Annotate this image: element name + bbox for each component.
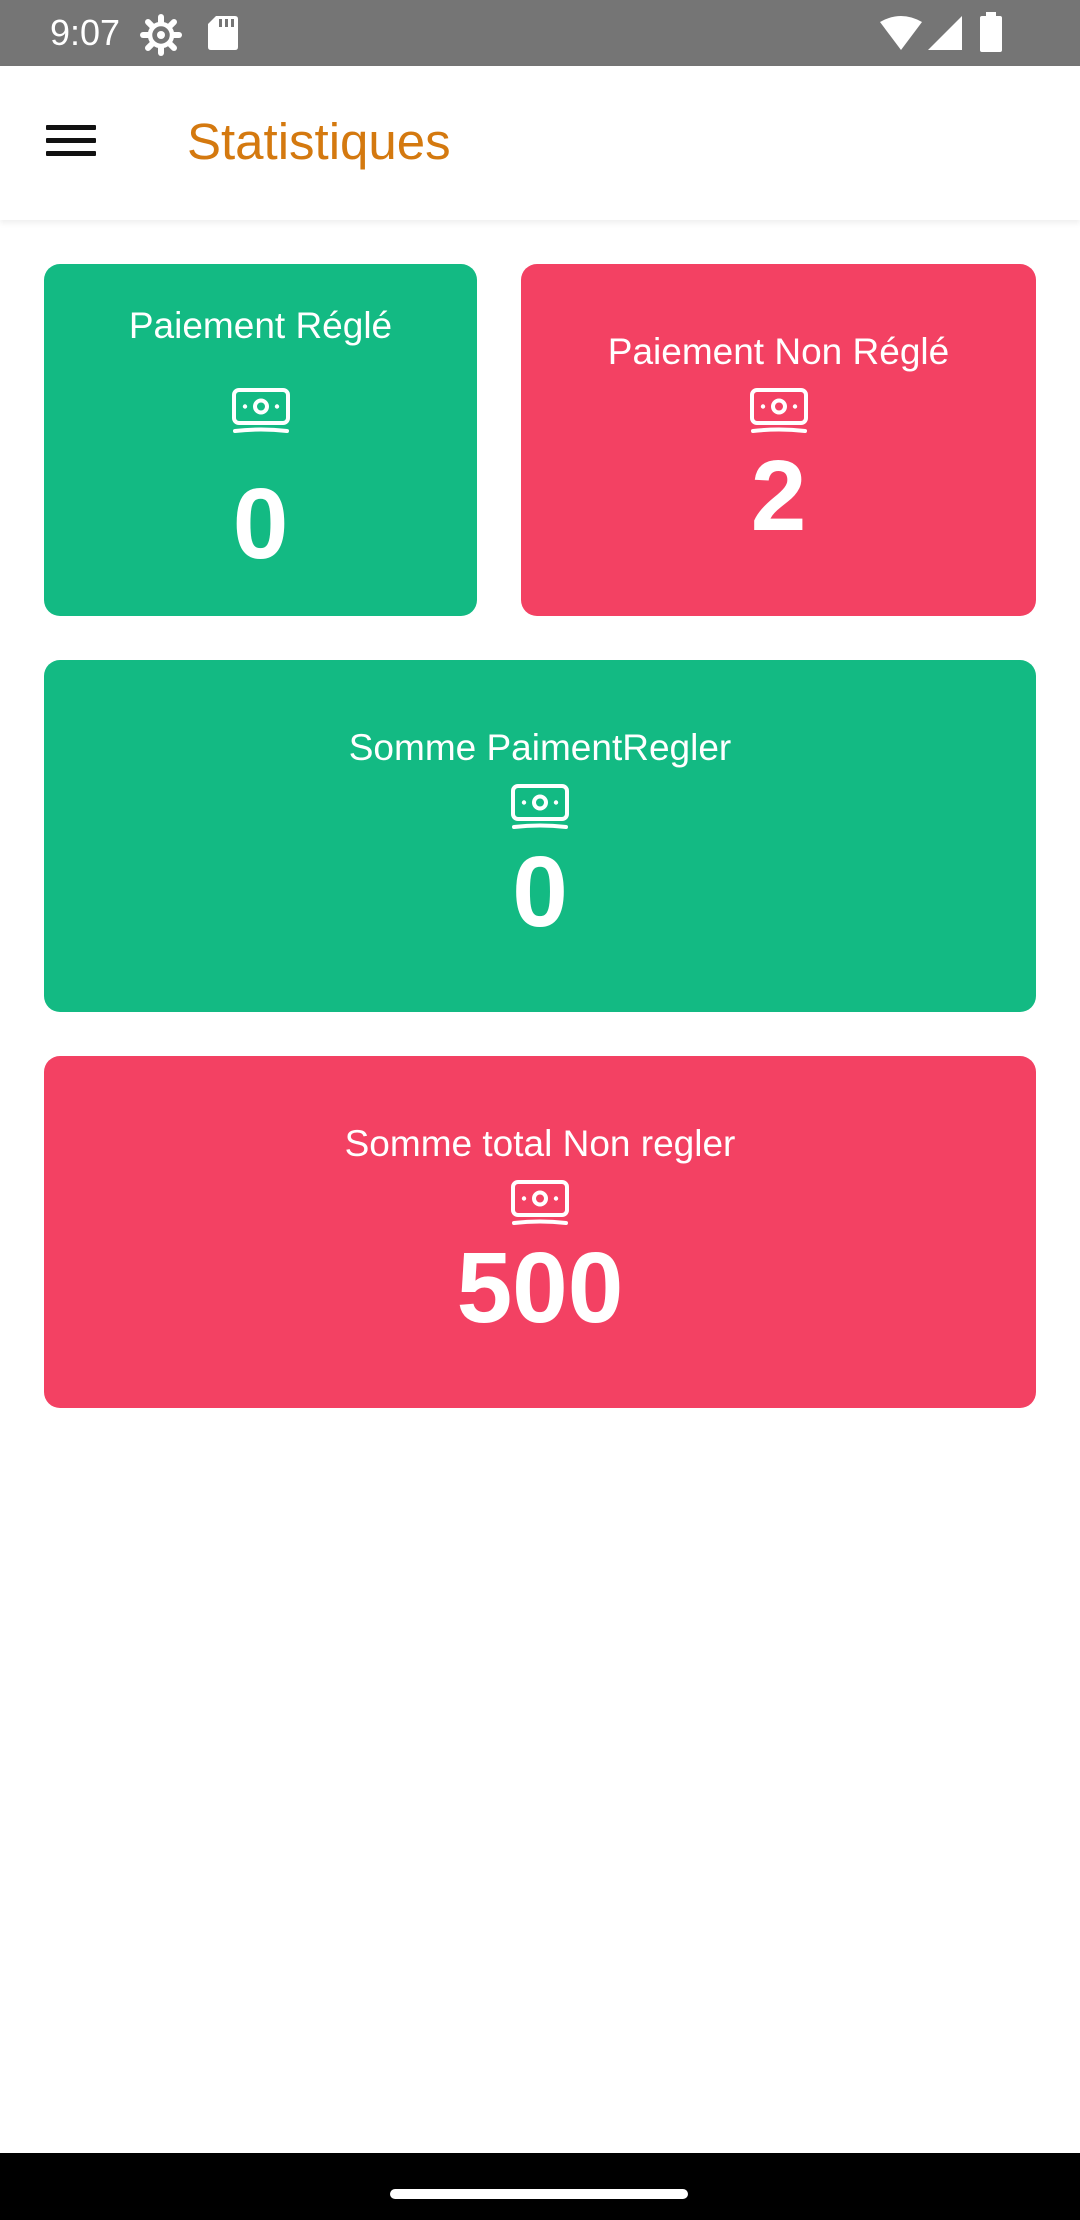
wifi-icon xyxy=(880,16,922,50)
status-bar: 9:07 xyxy=(0,0,1080,66)
card-label: Somme PaimentRegler xyxy=(348,727,732,768)
battery-icon xyxy=(980,12,1002,52)
money-icon xyxy=(231,388,290,433)
sd-card-icon xyxy=(208,16,238,50)
card-value: 2 xyxy=(750,440,807,552)
unpaid-sum-card: Somme total Non regler 500 xyxy=(44,1056,1036,1408)
money-icon xyxy=(511,1180,569,1225)
card-label: Paiement Non Réglé xyxy=(607,331,950,372)
money-icon xyxy=(749,388,808,433)
status-time: 9:07 xyxy=(50,12,121,53)
unpaid-count-card: Paiement Non Réglé 2 xyxy=(521,264,1036,616)
cellular-signal-icon xyxy=(928,16,962,50)
hamburger-menu-icon[interactable] xyxy=(30,99,112,181)
app-bar: Statistiques xyxy=(0,66,1080,220)
card-value: 0 xyxy=(232,468,289,580)
card-label: Paiement Réglé xyxy=(128,305,393,346)
page-title: Statistiques xyxy=(187,113,451,170)
home-gesture-handle[interactable] xyxy=(390,2189,688,2199)
paid-count-card: Paiement Réglé 0 xyxy=(44,264,477,616)
card-label: Somme total Non regler xyxy=(344,1123,736,1164)
settings-gear-icon xyxy=(140,14,182,56)
money-icon xyxy=(511,784,569,829)
paid-sum-card: Somme PaimentRegler 0 xyxy=(44,660,1036,1012)
navigation-bar xyxy=(0,2153,1080,2220)
card-value: 500 xyxy=(456,1232,624,1344)
card-value: 0 xyxy=(512,836,568,948)
